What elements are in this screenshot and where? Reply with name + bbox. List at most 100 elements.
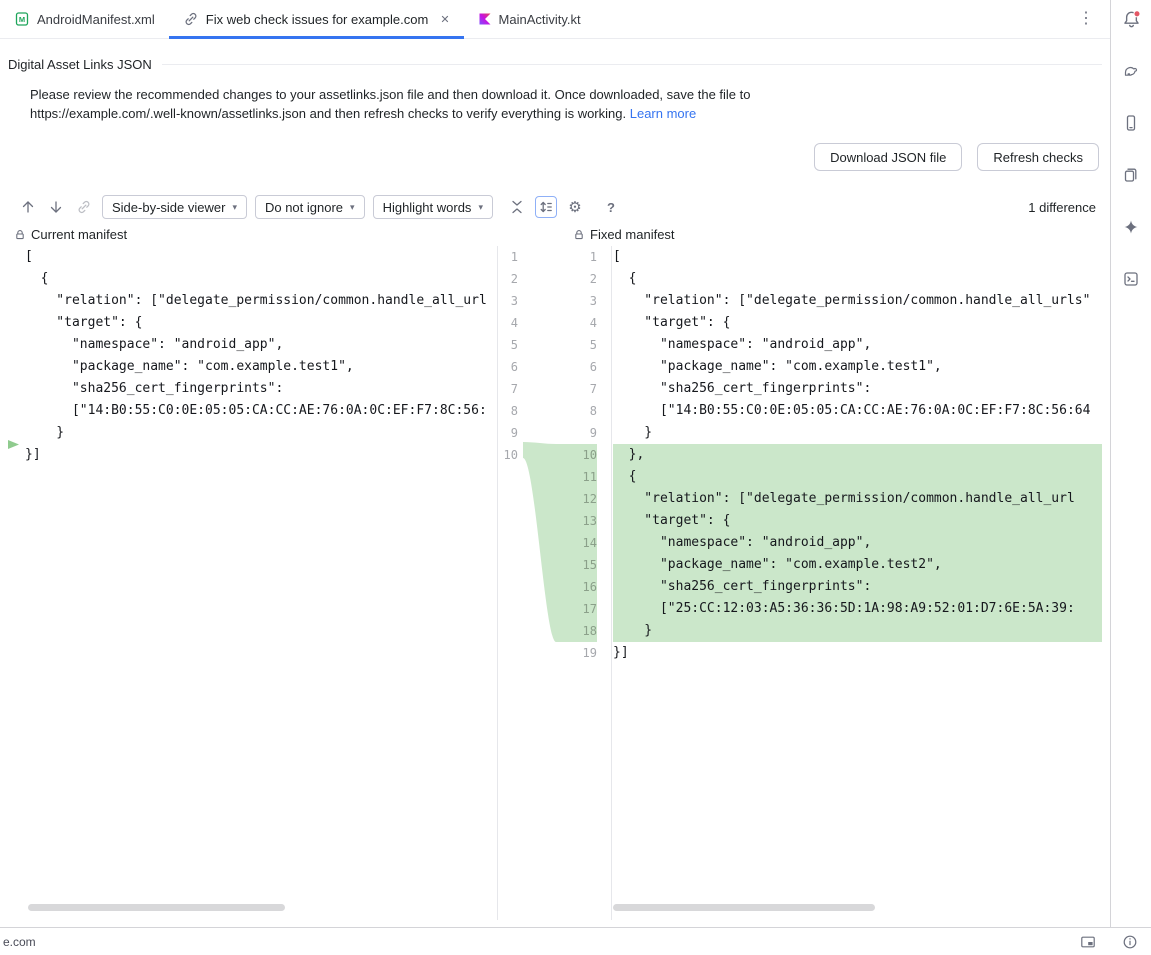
code-line: ["14:B0:55:C0:0E:05:05:CA:CC:AE:76:0A:0C…: [613, 400, 1102, 422]
code-line: }: [613, 422, 1102, 444]
code-line: "package_name": "com.example.test2",: [613, 554, 1102, 576]
status-bar: e.com: [0, 927, 1151, 955]
pip-window-icon[interactable]: [1080, 934, 1096, 950]
ignore-policy-select[interactable]: Do not ignore ▾: [255, 195, 365, 219]
line-number: 15: [556, 554, 597, 576]
close-icon[interactable]: ✕: [440, 13, 449, 26]
lock-icon: [14, 229, 26, 241]
line-number: 9: [556, 422, 597, 444]
code-line: }]: [613, 642, 1102, 664]
line-number: 17: [556, 598, 597, 620]
info-icon[interactable]: [1122, 934, 1138, 950]
lock-icon: [573, 229, 585, 241]
code-line: "relation": ["delegate_permission/common…: [613, 290, 1102, 312]
collapse-unchanged-button[interactable]: [507, 197, 527, 217]
line-number: 8: [556, 400, 597, 422]
editor-tab-bar: M AndroidManifest.xml Fix web check issu…: [0, 0, 1110, 39]
jump-to-source-icon[interactable]: [74, 197, 94, 217]
more-options-icon[interactable]: ⋮: [1078, 11, 1094, 27]
chevron-down-icon: ▾: [350, 202, 355, 213]
right-tool-rail: [1110, 0, 1151, 927]
line-number: 13: [556, 510, 597, 532]
device-manager-icon[interactable]: [1121, 165, 1141, 185]
tab-label: MainActivity.kt: [499, 12, 581, 27]
difference-count: 1 difference: [1028, 200, 1096, 215]
logcat-icon[interactable]: [1121, 269, 1141, 289]
section-header: Digital Asset Links JSON: [8, 55, 1102, 73]
code-line: "package_name": "com.example.test1",: [25, 356, 497, 378]
synchronize-scrolling-toggle[interactable]: [535, 196, 557, 218]
diff-toolbar: Side-by-side viewer ▾ Do not ignore ▾ Hi…: [18, 195, 1098, 219]
app-window: M AndroidManifest.xml Fix web check issu…: [0, 0, 1151, 955]
right-horizontal-scrollbar[interactable]: [613, 904, 875, 911]
right-code[interactable]: [ { "relation": ["delegate_permission/co…: [611, 246, 1102, 920]
line-number: 11: [556, 466, 597, 488]
line-number: 4: [498, 312, 518, 334]
diff-pane-headers: Current manifest Fixed manifest: [0, 227, 1110, 246]
code-line: "sha256_cert_fingerprints":: [613, 378, 1102, 400]
line-number: 1: [556, 246, 597, 268]
code-line: "relation": ["delegate_permission/common…: [613, 488, 1102, 510]
notifications-icon[interactable]: [1121, 9, 1141, 29]
tab-fix-web-check-issues[interactable]: Fix web check issues for example.com ✕: [169, 0, 464, 38]
line-number: 4: [556, 312, 597, 334]
download-json-button[interactable]: Download JSON file: [814, 143, 962, 171]
code-line: [: [613, 246, 1102, 268]
help-icon[interactable]: ?: [601, 197, 621, 217]
line-number: 5: [498, 334, 518, 356]
code-line: "relation": ["delegate_permission/common…: [25, 290, 497, 312]
tab-androidmanifest[interactable]: M AndroidManifest.xml: [0, 0, 169, 38]
manifest-file-icon: M: [14, 11, 30, 27]
code-line: "namespace": "android_app",: [613, 532, 1102, 554]
action-button-row: Download JSON file Refresh checks: [0, 143, 1099, 171]
page-title: Digital Asset Links JSON: [8, 57, 152, 72]
highlight-policy-select[interactable]: Highlight words ▾: [373, 195, 493, 219]
gear-icon[interactable]: ⚙: [565, 197, 585, 217]
code-line: {: [25, 268, 497, 290]
line-number: 8: [498, 400, 518, 422]
line-number: 7: [498, 378, 518, 400]
link-icon: [183, 11, 199, 27]
gradle-icon[interactable]: [1121, 61, 1141, 81]
line-number: 10: [556, 444, 597, 466]
gemini-icon[interactable]: [1121, 217, 1141, 237]
chevron-down-icon: ▾: [478, 202, 483, 213]
diff-viewer: [ { "relation": ["delegate_permission/co…: [0, 246, 1110, 920]
left-gutter: 12345678910: [498, 246, 523, 920]
code-line: ["14:B0:55:C0:0E:05:05:CA:CC:AE:76:0A:0C…: [25, 400, 497, 422]
left-code[interactable]: [ { "relation": ["delegate_permission/co…: [8, 246, 497, 920]
svg-text:M: M: [19, 15, 25, 24]
description-line-1: Please review the recommended changes to…: [30, 85, 1080, 104]
right-pane-title: Fixed manifest: [573, 227, 675, 242]
line-number: 3: [498, 290, 518, 312]
line-number: 6: [556, 356, 597, 378]
learn-more-link[interactable]: Learn more: [630, 106, 696, 121]
tab-mainactivity[interactable]: MainActivity.kt: [464, 0, 595, 38]
tab-label: AndroidManifest.xml: [37, 12, 155, 27]
viewer-mode-select[interactable]: Side-by-side viewer ▾: [102, 195, 247, 219]
tab-label: Fix web check issues for example.com: [206, 12, 429, 27]
diff-connector: [523, 246, 556, 920]
line-number: 2: [498, 268, 518, 290]
line-number: 18: [556, 620, 597, 642]
code-line: "target": {: [613, 312, 1102, 334]
line-number: 14: [556, 532, 597, 554]
line-number: 10: [498, 444, 518, 466]
code-line: "target": {: [613, 510, 1102, 532]
line-number: 2: [556, 268, 597, 290]
running-devices-icon[interactable]: [1121, 113, 1141, 133]
code-line: "sha256_cert_fingerprints":: [613, 576, 1102, 598]
refresh-checks-button[interactable]: Refresh checks: [977, 143, 1099, 171]
line-number: 3: [556, 290, 597, 312]
right-gutter: 12345678910111213141516171819: [556, 246, 611, 920]
code-line: ["25:CC:12:03:A5:36:36:5D:1A:98:A9:52:01…: [613, 598, 1102, 620]
code-line: }: [25, 422, 497, 444]
chevron-down-icon: ▾: [232, 202, 237, 213]
left-horizontal-scrollbar[interactable]: [28, 904, 285, 911]
line-number: 12: [556, 488, 597, 510]
pane-divider: [611, 246, 612, 920]
status-text: e.com: [3, 935, 36, 949]
next-difference-button[interactable]: [46, 197, 66, 217]
pane-divider: [497, 246, 498, 920]
previous-difference-button[interactable]: [18, 197, 38, 217]
